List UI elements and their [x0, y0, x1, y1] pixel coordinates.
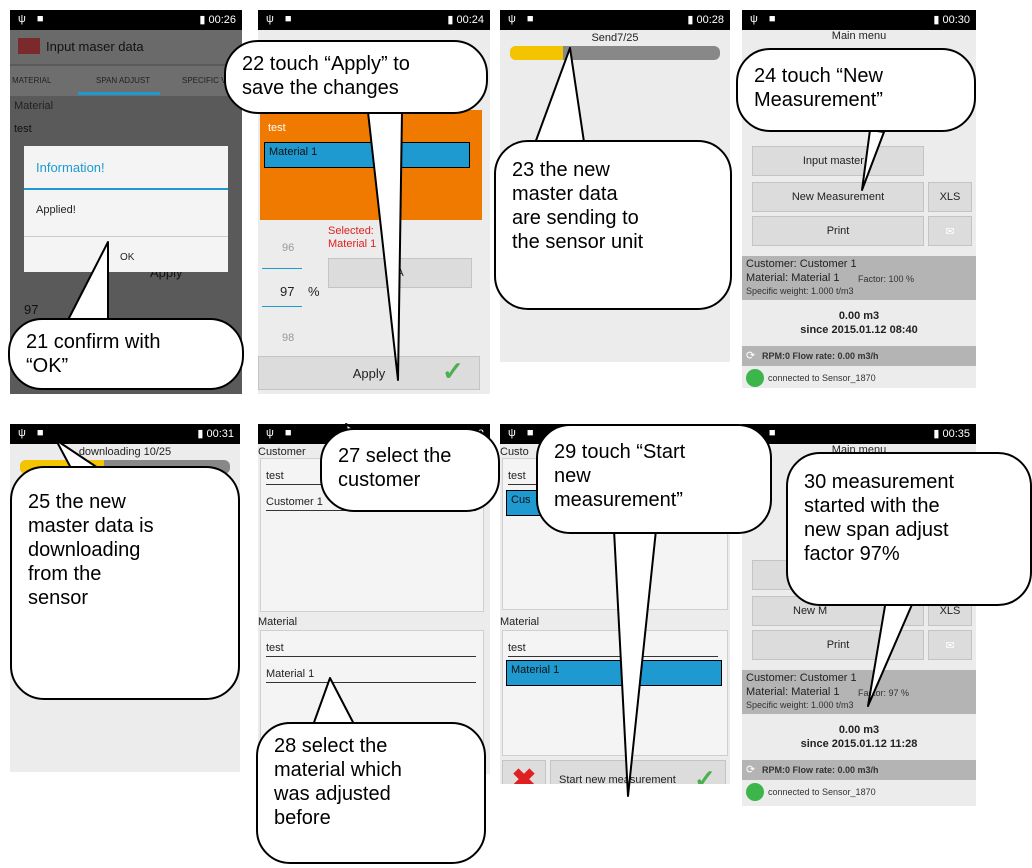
factor-info: Factor: 97 %	[858, 688, 910, 698]
since-date: since 2015.01.12 08:40	[800, 324, 918, 336]
customer-label: Custo	[500, 446, 529, 458]
rpm-bar: ⟳ RPM:0 Flow rate: 0.00 m3/h	[742, 346, 976, 366]
callout-24: 24 touch “New Measurement”	[736, 48, 976, 132]
picker-line	[262, 268, 302, 269]
callout-22: 22 touch “Apply” to save the changes	[224, 40, 488, 114]
app-icon	[18, 38, 40, 54]
amount: 0.00 m3	[838, 310, 880, 322]
page-title: Main menu	[831, 30, 887, 42]
callout-29: 29 touch “Start new measurement”	[536, 424, 772, 534]
callout-30: 30 measurement started with the new span…	[786, 452, 1032, 606]
customer-label: Customer	[258, 446, 306, 458]
selected-value: Material 1	[328, 238, 377, 250]
material-list-panel: test Material 1	[260, 110, 482, 220]
material-label: Material	[14, 100, 54, 112]
print-button[interactable]: Print	[752, 630, 924, 660]
list-item[interactable]: test	[268, 122, 286, 134]
information-dialog: Information! Applied! OK	[24, 146, 228, 272]
checkmark-icon: ✓	[442, 356, 464, 386]
tab-indicator	[78, 92, 160, 95]
print-button[interactable]: Print	[752, 216, 924, 246]
picker-value-97[interactable]: 97	[280, 284, 294, 299]
specific-weight-info: Specific weight: 1.000 t/m3	[746, 700, 854, 710]
selected-label: Selected:	[328, 225, 374, 237]
connection-status: connected to Sensor_1870	[768, 787, 876, 797]
dialog-message: Applied!	[36, 204, 76, 216]
tab-specific[interactable]: SPECIFIC V	[182, 76, 226, 85]
material-item[interactable]: test	[266, 642, 476, 657]
amount: 0.00 m3	[838, 724, 880, 736]
picker-value-98[interactable]: 98	[282, 332, 294, 344]
status-bar: ψ ■ ▮ 00:26	[10, 10, 242, 30]
unit-label: %	[308, 284, 320, 299]
progress-bar	[510, 46, 720, 60]
progress-title: Send7/25	[591, 32, 639, 44]
status-bar: ψ ■ ▮ 00:24	[258, 10, 490, 30]
list-item-selected[interactable]: Material 1	[264, 142, 470, 168]
status-bar: ψ ■ ▮ 00:35	[742, 424, 976, 444]
callout-21: 21 confirm with “OK”	[8, 318, 244, 390]
factor-info: Factor: 100 %	[858, 274, 915, 284]
material-item[interactable]: test	[508, 642, 718, 657]
dialog-divider	[24, 188, 228, 190]
ok-button[interactable]: OK	[120, 252, 134, 263]
input-master-data-button[interactable]: Input master d	[752, 146, 924, 176]
rpm-flow-rate: RPM:0 Flow rate: 0.00 m3/h	[762, 765, 879, 775]
mail-icon[interactable]: ✉	[928, 630, 972, 660]
material-info: Material: Material 1	[746, 686, 840, 698]
close-icon: ✖	[511, 763, 537, 785]
callout-27: 27 select the customer	[320, 428, 500, 512]
xls-button[interactable]: XLS	[928, 182, 972, 212]
material-item[interactable]: Material 1	[266, 668, 476, 683]
tab-material[interactable]: MATERIAL	[12, 76, 51, 85]
connection-status-icon	[746, 783, 764, 801]
progress-title: downloading 10/25	[78, 446, 172, 458]
action-bar: Input maser data	[10, 30, 242, 64]
material-info: Material: Material 1	[746, 272, 840, 284]
refresh-icon[interactable]: ⟳	[746, 349, 755, 362]
material-item-selected[interactable]: Material 1	[506, 660, 722, 686]
dialog-title: Information!	[36, 160, 105, 175]
customer-info: Customer: Customer 1	[746, 258, 857, 270]
background-value: 97	[24, 302, 39, 317]
connection-status: connected to Sensor_1870	[768, 373, 876, 383]
info-panel: Customer: Customer 1 Material: Material …	[742, 256, 976, 300]
callout-28: 28 select the material which was adjuste…	[256, 722, 486, 864]
material-label: Material	[258, 616, 298, 628]
rpm-flow-rate: RPM:0 Flow rate: 0.00 m3/h	[762, 351, 879, 361]
picker-value-96[interactable]: 96	[282, 242, 294, 254]
material-label: Material	[500, 616, 540, 628]
progress-fill	[510, 46, 563, 60]
checkmark-icon: ✓	[694, 764, 716, 784]
status-bar: ψ ■ ▮ 00:28	[500, 10, 730, 30]
info-panel: Customer: Customer 1 Material: Material …	[742, 670, 976, 714]
callout-25: 25 the new master data is downloading fr…	[10, 466, 240, 700]
page-title: Input maser data	[46, 39, 144, 54]
apply-button-partial[interactable]: A	[328, 258, 472, 288]
tab-span-adjust[interactable]: SPAN ADJUST	[96, 76, 150, 85]
picker-line	[262, 306, 302, 307]
dialog-divider	[24, 236, 228, 237]
status-bar: ψ ■ ▮ 00:30	[742, 10, 976, 30]
material-value[interactable]: test	[14, 123, 32, 135]
mail-icon[interactable]: ✉	[928, 216, 972, 246]
customer-info: Customer: Customer 1	[746, 672, 857, 684]
specific-weight-info: Specific weight: 1.000 t/m3	[746, 286, 854, 296]
new-measurement-button[interactable]: New Measurement	[752, 182, 924, 212]
tab-bar: MATERIAL SPAN ADJUST SPECIFIC V	[10, 66, 242, 96]
rpm-bar: ⟳ RPM:0 Flow rate: 0.00 m3/h	[742, 760, 976, 780]
connection-status-icon	[746, 369, 764, 387]
status-bar: ψ ■ ▮ 00:31	[10, 424, 240, 444]
callout-23: 23 the new master data are sending to th…	[494, 140, 732, 310]
refresh-icon[interactable]: ⟳	[746, 763, 755, 776]
since-date: since 2015.01.12 11:28	[800, 738, 918, 750]
cancel-button[interactable]: ✖	[502, 760, 546, 784]
